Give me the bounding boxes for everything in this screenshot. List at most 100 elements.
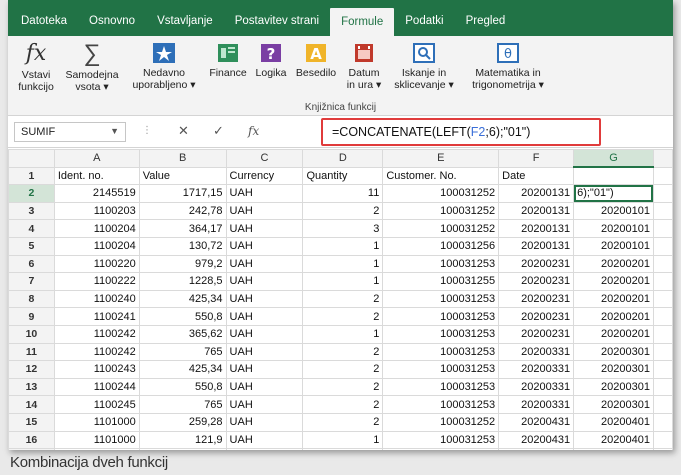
table-cell[interactable]: 1100204	[53, 236, 140, 256]
table-cell[interactable]: 1100240	[53, 289, 140, 309]
tab-page-layout[interactable]: Postavitev strani	[224, 8, 330, 34]
table-cell[interactable]: 1100242	[53, 342, 140, 362]
table-cell[interactable]: UAH	[225, 272, 304, 291]
table-cell[interactable]: 20200301	[573, 395, 654, 414]
table-cell[interactable]: 20200131	[498, 219, 575, 238]
select-all-corner[interactable]	[8, 149, 55, 168]
table-cell-empty[interactable]	[652, 219, 673, 238]
table-cell[interactable]: 1100241	[53, 307, 140, 326]
table-cell[interactable]: 1100242	[53, 324, 140, 344]
table-cell-empty[interactable]	[652, 395, 673, 414]
table-cell[interactable]: 6);"01")	[573, 184, 654, 203]
table-cell[interactable]: 1	[302, 236, 384, 256]
math-trig-button[interactable]: θ Matematika in trigonometrija ▾	[464, 42, 552, 91]
table-cell[interactable]: UAH	[225, 377, 304, 397]
lookup-reference-button[interactable]: Iskanje in sklicevanje ▾	[388, 42, 460, 91]
table-cell[interactable]: 100031253	[382, 254, 500, 274]
table-cell[interactable]: UAH	[225, 324, 304, 344]
table-cell[interactable]: 20200231	[498, 289, 575, 309]
table-cell[interactable]: 20200401	[573, 448, 654, 450]
row-header[interactable]: 2	[8, 184, 55, 203]
table-cell[interactable]: UAH	[225, 342, 304, 362]
table-cell-empty[interactable]	[652, 272, 673, 291]
table-cell[interactable]: 100031252	[382, 219, 500, 238]
header-cell[interactable]	[573, 166, 654, 186]
table-cell[interactable]: 765	[138, 395, 227, 414]
table-cell[interactable]: UAH	[225, 289, 304, 309]
row-header[interactable]: 8	[8, 289, 55, 309]
table-cell[interactable]: 20200431	[498, 430, 575, 450]
table-cell[interactable]: 2	[302, 307, 384, 326]
table-cell-empty[interactable]	[652, 324, 673, 344]
row-header[interactable]: 4	[8, 219, 55, 238]
table-cell[interactable]: 1100245	[53, 395, 140, 414]
row-header[interactable]: 10	[8, 324, 55, 344]
table-cell[interactable]: 121,9	[138, 430, 227, 450]
table-cell-empty[interactable]	[652, 254, 673, 274]
header-cell[interactable]: Customer. No.	[382, 166, 500, 186]
table-cell[interactable]: UAH	[225, 254, 304, 274]
table-cell[interactable]: 20200431	[498, 412, 575, 432]
tab-insert[interactable]: Vstavljanje	[146, 8, 224, 34]
cancel-icon[interactable]: ✕	[178, 123, 189, 139]
table-cell[interactable]: 2	[302, 342, 384, 362]
table-cell[interactable]: 20200301	[573, 377, 654, 397]
table-cell[interactable]: 1100244	[53, 377, 140, 397]
table-cell[interactable]: 1101000	[53, 448, 140, 450]
table-cell[interactable]: 1717,15	[138, 184, 227, 203]
table-cell[interactable]: 20200101	[573, 201, 654, 221]
tab-formulas[interactable]: Formule	[330, 8, 395, 36]
table-cell[interactable]: 1100203	[53, 201, 140, 221]
tab-review[interactable]: Pregled	[455, 8, 517, 34]
table-cell[interactable]: 2	[302, 289, 384, 309]
table-cell[interactable]: 100031253	[382, 360, 500, 379]
table-cell[interactable]: 11	[302, 184, 384, 203]
table-cell[interactable]: 20200201	[573, 272, 654, 291]
table-cell[interactable]: 20200201	[573, 289, 654, 309]
column-header-f[interactable]: F	[498, 149, 575, 168]
table-cell[interactable]: 125,77	[138, 448, 227, 450]
tab-home[interactable]: Osnovno	[78, 8, 146, 34]
row-header[interactable]: 16	[8, 430, 55, 450]
table-cell[interactable]: 20200331	[498, 360, 575, 379]
column-header-d[interactable]: D	[302, 149, 384, 168]
table-cell[interactable]: UAH	[225, 219, 304, 238]
table-cell[interactable]: 1	[302, 430, 384, 450]
table-cell[interactable]: 1	[302, 254, 384, 274]
table-cell[interactable]: 100031252	[382, 412, 500, 432]
table-cell[interactable]: 20200331	[498, 377, 575, 397]
table-cell[interactable]: UAH	[225, 412, 304, 432]
table-cell[interactable]: 20200231	[498, 307, 575, 326]
table-cell-empty[interactable]	[652, 360, 673, 379]
table-cell[interactable]: 425,34	[138, 289, 227, 309]
table-cell[interactable]: 979,2	[138, 254, 227, 274]
table-cell[interactable]: 100031256	[382, 236, 500, 256]
row-header[interactable]: 17	[8, 448, 55, 450]
table-cell[interactable]: 20200231	[498, 254, 575, 274]
table-cell[interactable]: 20200101	[573, 219, 654, 238]
table-cell-empty[interactable]	[652, 184, 673, 203]
table-cell[interactable]: 2	[302, 201, 384, 221]
recently-used-button[interactable]: Nedavno uporabljeno ▾	[126, 42, 202, 91]
table-cell[interactable]: 2145519	[53, 184, 140, 203]
row-header[interactable]: 9	[8, 307, 55, 326]
table-cell[interactable]: 550,8	[138, 307, 227, 326]
table-cell[interactable]: 130,72	[138, 236, 227, 256]
table-cell[interactable]: 1	[302, 324, 384, 344]
table-cell[interactable]: UAH	[225, 184, 304, 203]
table-cell[interactable]: 20200201	[573, 254, 654, 274]
table-cell[interactable]: 3	[302, 219, 384, 238]
table-cell-empty[interactable]	[652, 448, 673, 450]
table-cell[interactable]: UAH	[225, 236, 304, 256]
table-cell[interactable]: 1100222	[53, 272, 140, 291]
row-header[interactable]: 6	[8, 254, 55, 274]
table-cell[interactable]: 2	[302, 412, 384, 432]
table-cell[interactable]: 20200101	[573, 236, 654, 256]
table-cell[interactable]: UAH	[225, 201, 304, 221]
column-header-a[interactable]: A	[53, 149, 140, 168]
table-cell[interactable]: 100031255	[382, 272, 500, 291]
tab-data[interactable]: Podatki	[394, 8, 454, 34]
table-cell[interactable]: 100031253	[382, 289, 500, 309]
row-header[interactable]: 3	[8, 201, 55, 221]
table-cell[interactable]: 20200201	[573, 307, 654, 326]
